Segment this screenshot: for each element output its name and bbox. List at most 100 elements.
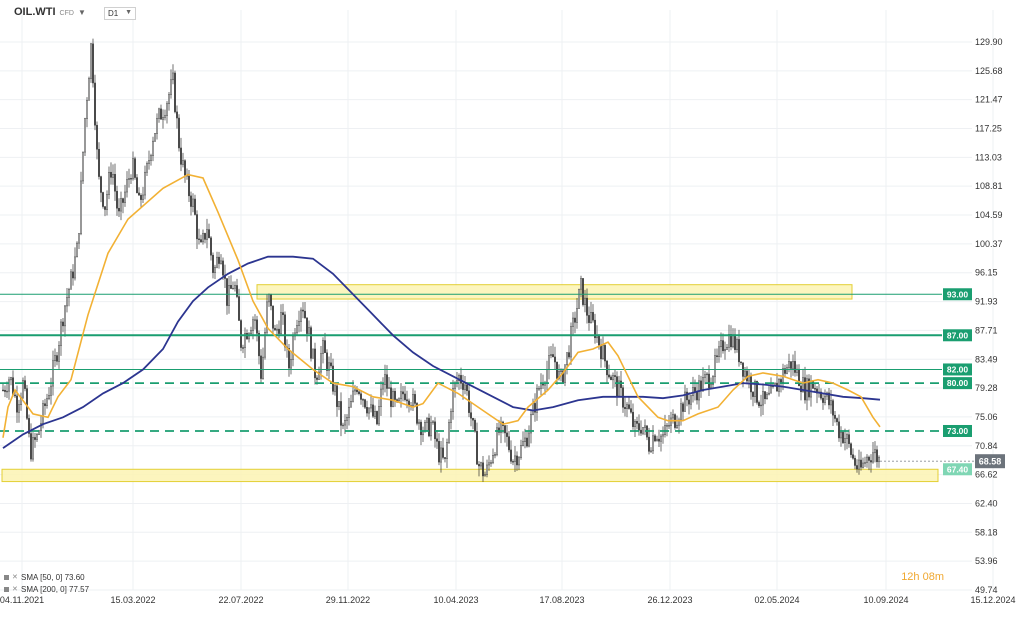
candle-body xyxy=(446,442,448,459)
indicator-sma200-legend[interactable]: ✕ SMA [200, 0] 77.57 xyxy=(4,585,89,594)
candle-body xyxy=(462,383,464,390)
candle-body xyxy=(112,173,114,178)
candle-body xyxy=(362,399,364,401)
y-tick-label: 75.06 xyxy=(975,412,998,422)
x-tick-label: 10.04.2023 xyxy=(433,595,478,605)
x-tick-label: 04.11.2021 xyxy=(0,595,44,605)
candle-body xyxy=(94,82,96,126)
candle-body xyxy=(154,133,156,142)
candle-body xyxy=(350,401,352,408)
symbol-name[interactable]: OIL.WTI xyxy=(14,6,56,18)
x-tick-label: 22.07.2022 xyxy=(218,595,263,605)
candle-body xyxy=(566,352,568,365)
candle-body xyxy=(722,340,724,352)
candle-body xyxy=(470,412,472,419)
candle-body xyxy=(752,391,754,397)
candle-body xyxy=(868,456,870,461)
candle-body xyxy=(426,417,428,423)
candle-body xyxy=(858,459,860,470)
candle-body xyxy=(406,399,408,402)
candle-body xyxy=(122,198,124,203)
candle-body xyxy=(370,404,372,409)
candle-body xyxy=(16,395,18,413)
candle-body xyxy=(444,457,446,459)
indicator-sma50-legend[interactable]: ✕ SMA [50, 0] 73.60 xyxy=(4,573,85,582)
candle-body xyxy=(644,425,646,428)
settings-icon[interactable]: ✕ xyxy=(12,586,18,593)
candle-body xyxy=(686,391,688,401)
candle-body xyxy=(484,474,486,477)
candle-body xyxy=(58,345,60,362)
candle-body xyxy=(398,398,400,401)
candle-body xyxy=(120,198,122,212)
candle-body xyxy=(854,457,856,466)
price-level-label: 82.00 xyxy=(947,364,969,374)
candle-body xyxy=(152,140,154,156)
candle-body xyxy=(274,328,276,331)
candle-body xyxy=(554,356,556,363)
candle-timer: 12h 08m xyxy=(901,571,944,583)
candle-body xyxy=(354,389,356,392)
y-tick-label: 125.68 xyxy=(975,66,1003,76)
candle-body xyxy=(376,411,378,425)
candle-body xyxy=(316,377,318,380)
candle-body xyxy=(100,176,102,193)
candle-body xyxy=(626,404,628,409)
candle-body xyxy=(64,305,66,327)
candle-body xyxy=(110,171,112,178)
candle-body xyxy=(130,178,132,180)
candle-body xyxy=(654,435,656,442)
candle-body xyxy=(420,421,422,436)
candle-body xyxy=(670,417,672,426)
candle-body xyxy=(572,317,574,327)
settings-icon[interactable]: ✕ xyxy=(12,574,18,581)
eye-icon[interactable] xyxy=(4,575,9,580)
symbol-header[interactable]: OIL.WTI CFD ▼ xyxy=(14,6,86,18)
candle-body xyxy=(564,364,566,383)
candle-body xyxy=(788,361,790,368)
candle-body xyxy=(340,401,342,426)
candle-body xyxy=(30,433,32,460)
support-resistance-zone xyxy=(1,468,939,483)
candle-body xyxy=(580,278,582,290)
x-tick-label: 02.05.2024 xyxy=(754,595,799,605)
candle-body xyxy=(872,452,874,463)
candle-body xyxy=(710,384,712,389)
candle-body xyxy=(640,429,642,434)
candle-body xyxy=(748,376,750,382)
candle-body xyxy=(418,421,420,424)
candle-body xyxy=(32,437,34,460)
chevron-down-icon: ▼ xyxy=(125,9,132,16)
candle-body xyxy=(860,459,862,468)
candle-body xyxy=(8,379,10,392)
candle-body xyxy=(400,391,402,400)
candle-body xyxy=(688,399,690,405)
candle-body xyxy=(464,384,466,390)
candle-body xyxy=(368,407,370,414)
price-level-label: 67.40 xyxy=(947,464,969,474)
candle-body xyxy=(82,151,84,182)
candle-body xyxy=(330,362,332,367)
candle-body xyxy=(206,229,208,240)
candle-body xyxy=(324,340,326,354)
eye-icon[interactable] xyxy=(4,587,9,592)
candle-body xyxy=(794,361,796,373)
candle-body xyxy=(394,390,396,400)
price-level-label: 80.00 xyxy=(947,378,969,388)
candle-body xyxy=(768,392,770,395)
price-chart[interactable]: 129.90 125.68 121.47 117.25 113.03 108.81 104.… xyxy=(0,0,1024,613)
candle-body xyxy=(10,377,12,381)
candle-body xyxy=(104,206,106,210)
symbol-dropdown-icon[interactable]: ▼ xyxy=(78,8,86,17)
candle-body xyxy=(360,393,362,400)
timeframe-select[interactable]: D1 ▼ xyxy=(104,7,136,20)
candle-body xyxy=(346,417,348,421)
candle-body xyxy=(172,72,174,81)
candle-body xyxy=(220,260,222,264)
candle-body xyxy=(814,388,816,390)
candle-body xyxy=(832,400,834,416)
candle-body xyxy=(70,271,72,290)
candle-body xyxy=(280,312,282,334)
candle-body xyxy=(442,447,444,458)
candle-body xyxy=(270,294,272,307)
